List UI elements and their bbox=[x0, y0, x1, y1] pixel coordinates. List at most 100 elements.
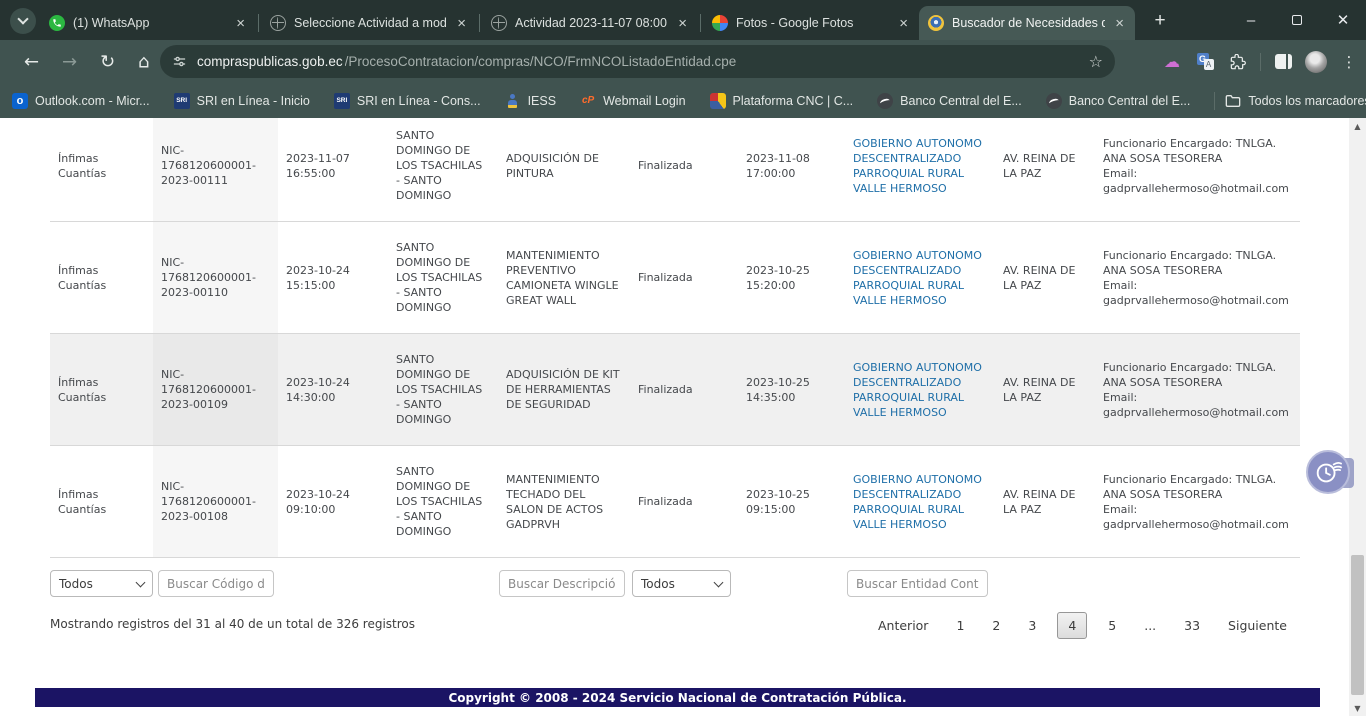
page-scrollbar[interactable]: ▲ ▼ bbox=[1349, 118, 1366, 716]
cnc-icon bbox=[710, 93, 726, 109]
tab-title: Fotos - Google Fotos bbox=[736, 16, 889, 30]
tab-whatsapp[interactable]: (1) WhatsApp × bbox=[40, 6, 256, 40]
tab-seleccione-actividad[interactable]: Seleccione Actividad a modi × bbox=[261, 6, 477, 40]
cell-location: SANTO DOMINGO DE LOS TSACHILAS - SANTO D… bbox=[388, 234, 498, 321]
scroll-up-icon[interactable]: ▲ bbox=[1349, 118, 1366, 134]
scrollbar-thumb[interactable] bbox=[1351, 555, 1364, 695]
type-filter-select[interactable]: Todos bbox=[50, 570, 153, 597]
site-settings-icon[interactable] bbox=[172, 54, 187, 69]
pagination-page-5[interactable]: 5 bbox=[1101, 613, 1123, 638]
close-button[interactable]: ✕ bbox=[1320, 0, 1366, 40]
tab-search-button[interactable] bbox=[10, 8, 36, 34]
tab-actividad[interactable]: Actividad 2023-11-07 08:00: × bbox=[482, 6, 698, 40]
globe-icon bbox=[270, 15, 286, 31]
pagination-page-33[interactable]: 33 bbox=[1177, 613, 1207, 638]
maximize-button[interactable] bbox=[1274, 0, 1320, 40]
google-photos-icon bbox=[712, 15, 728, 31]
cell-description: ADQUISICIÓN DE KIT DE HERRAMIENTAS DE SE… bbox=[498, 361, 630, 418]
banco-central-icon bbox=[877, 93, 893, 109]
pagination-page-4-active[interactable]: 4 bbox=[1057, 612, 1087, 639]
pagination-previous[interactable]: Anterior bbox=[871, 613, 935, 638]
floating-timer-widget[interactable] bbox=[1306, 450, 1352, 496]
cell-closed-date: 2023-11-08 17:00:00 bbox=[738, 145, 845, 187]
back-icon[interactable]: ← bbox=[24, 51, 39, 72]
tab-strip: (1) WhatsApp × Seleccione Actividad a mo… bbox=[0, 0, 1366, 40]
tab-close-icon[interactable]: × bbox=[1113, 15, 1126, 32]
code-search-input[interactable] bbox=[158, 570, 274, 597]
entity-search-input[interactable] bbox=[847, 570, 988, 597]
sri-icon: SRI bbox=[174, 93, 190, 109]
cell-location: SANTO DOMINGO DE LOS TSACHILAS - SANTO D… bbox=[388, 346, 498, 433]
translate-icon[interactable]: GA bbox=[1194, 51, 1216, 73]
pagination-page-1[interactable]: 1 bbox=[949, 613, 971, 638]
pagination-next[interactable]: Siguiente bbox=[1221, 613, 1294, 638]
tab-separator bbox=[258, 14, 259, 32]
address-bar[interactable]: compraspublicas.gob.ec/ProcesoContrataci… bbox=[160, 45, 1115, 78]
cell-description: MANTENIMIENTO TECHADO DEL SALON DE ACTOS… bbox=[498, 466, 630, 538]
table-row[interactable]: Ínfimas Cuantías NIC-1768120600001-2023-… bbox=[50, 446, 1300, 558]
tab-separator bbox=[479, 14, 480, 32]
cell-entity-link[interactable]: GOBIERNO AUTONOMO DESCENTRALIZADO PARROQ… bbox=[845, 130, 995, 202]
bookmark-sri-consultas[interactable]: SRISRI en Línea - Cons... bbox=[334, 93, 481, 109]
tab-close-icon[interactable]: × bbox=[897, 15, 910, 32]
url-path: /ProcesoContratacion/compras/NCO/FrmNCOL… bbox=[345, 54, 1079, 69]
tab-close-icon[interactable]: × bbox=[234, 15, 247, 32]
profile-avatar[interactable] bbox=[1305, 51, 1327, 73]
bookmark-banco-central-1[interactable]: Banco Central del E... bbox=[877, 93, 1022, 109]
cell-published-date: 2023-10-24 14:30:00 bbox=[278, 369, 388, 411]
tab-close-icon[interactable]: × bbox=[676, 15, 689, 32]
minimize-button[interactable]: – bbox=[1228, 0, 1274, 40]
cell-published-date: 2023-11-07 16:55:00 bbox=[278, 145, 388, 187]
browser-window: (1) WhatsApp × Seleccione Actividad a mo… bbox=[0, 0, 1366, 716]
bookmark-webmail[interactable]: cPWebmail Login bbox=[580, 93, 685, 109]
cell-type: Ínfimas Cuantías bbox=[50, 369, 153, 411]
cell-entity-link[interactable]: GOBIERNO AUTONOMO DESCENTRALIZADO PARROQ… bbox=[845, 242, 995, 314]
forward-icon[interactable]: → bbox=[62, 51, 77, 72]
description-search-input[interactable] bbox=[499, 570, 625, 597]
cell-status: Finalizada bbox=[630, 264, 738, 291]
tab-title: Buscador de Necesidades de bbox=[952, 16, 1105, 30]
menu-dots-icon[interactable]: ⋮ bbox=[1338, 51, 1360, 73]
bookmark-sri-inicio[interactable]: SRISRI en Línea - Inicio bbox=[174, 93, 310, 109]
table-row[interactable]: Ínfimas Cuantías NIC-1768120600001-2023-… bbox=[50, 334, 1300, 446]
extension-cloud-icon[interactable]: ☁ bbox=[1161, 51, 1183, 73]
chevron-down-icon bbox=[136, 577, 146, 587]
home-icon[interactable]: ⌂ bbox=[138, 51, 149, 72]
tab-close-icon[interactable]: × bbox=[455, 15, 468, 32]
cell-address: AV. REINA DE LA PAZ bbox=[995, 481, 1095, 523]
status-filter-select[interactable]: Todos bbox=[632, 570, 731, 597]
table-row[interactable]: Ínfimas Cuantías NIC-1768120600001-2023-… bbox=[50, 222, 1300, 334]
bookmark-banco-central-2[interactable]: Banco Central del E... bbox=[1046, 93, 1191, 109]
tab-buscador-necesidades-active[interactable]: Buscador de Necesidades de × bbox=[919, 6, 1135, 40]
banco-central-icon bbox=[1046, 93, 1062, 109]
cell-entity-link[interactable]: GOBIERNO AUTONOMO DESCENTRALIZADO PARROQ… bbox=[845, 354, 995, 426]
iess-icon bbox=[505, 93, 521, 109]
chevron-down-icon bbox=[17, 13, 28, 24]
scroll-down-icon[interactable]: ▼ bbox=[1349, 700, 1366, 716]
cell-closed-date: 2023-10-25 14:35:00 bbox=[738, 369, 845, 411]
cell-code: NIC-1768120600001-2023-00108 bbox=[153, 446, 278, 557]
table-row[interactable]: Ínfimas Cuantías NIC-1768120600001-2023-… bbox=[50, 118, 1300, 222]
pagination-page-3[interactable]: 3 bbox=[1021, 613, 1043, 638]
bookmark-outlook[interactable]: oOutlook.com - Micr... bbox=[12, 93, 150, 109]
sri-icon: SRI bbox=[334, 93, 350, 109]
copyright-bar: Copyright © 2008 - 2024 Servicio Naciona… bbox=[35, 688, 1320, 707]
cell-contact: Funcionario Encargado: TNLGA. ANA SOSA T… bbox=[1095, 466, 1300, 538]
all-bookmarks-button[interactable]: Todos los marcadores bbox=[1225, 94, 1366, 108]
cell-entity-link[interactable]: GOBIERNO AUTONOMO DESCENTRALIZADO PARROQ… bbox=[845, 466, 995, 538]
tab-google-fotos[interactable]: Fotos - Google Fotos × bbox=[703, 6, 919, 40]
new-tab-button[interactable]: + bbox=[1148, 9, 1172, 33]
bookmark-cnc[interactable]: Plataforma CNC | C... bbox=[710, 93, 854, 109]
extensions-puzzle-icon[interactable] bbox=[1227, 51, 1249, 73]
pagination: Anterior 1 2 3 4 5 ... 33 Siguiente bbox=[871, 612, 1294, 639]
reload-icon[interactable]: ↻ bbox=[100, 51, 115, 72]
bookmark-star-icon[interactable]: ☆ bbox=[1089, 52, 1103, 71]
bookmark-iess[interactable]: IESS bbox=[505, 93, 557, 109]
side-panel-icon[interactable] bbox=[1272, 51, 1294, 73]
cell-description: MANTENIMIENTO PREVENTIVO CAMIONETA WINGL… bbox=[498, 242, 630, 314]
pagination-page-2[interactable]: 2 bbox=[985, 613, 1007, 638]
column-filters: Todos Todos bbox=[0, 570, 1350, 598]
bookmarks-bar: oOutlook.com - Micr... SRISRI en Línea -… bbox=[0, 83, 1366, 118]
cell-address: AV. REINA DE LA PAZ bbox=[995, 257, 1095, 299]
chevron-down-icon bbox=[714, 577, 724, 587]
